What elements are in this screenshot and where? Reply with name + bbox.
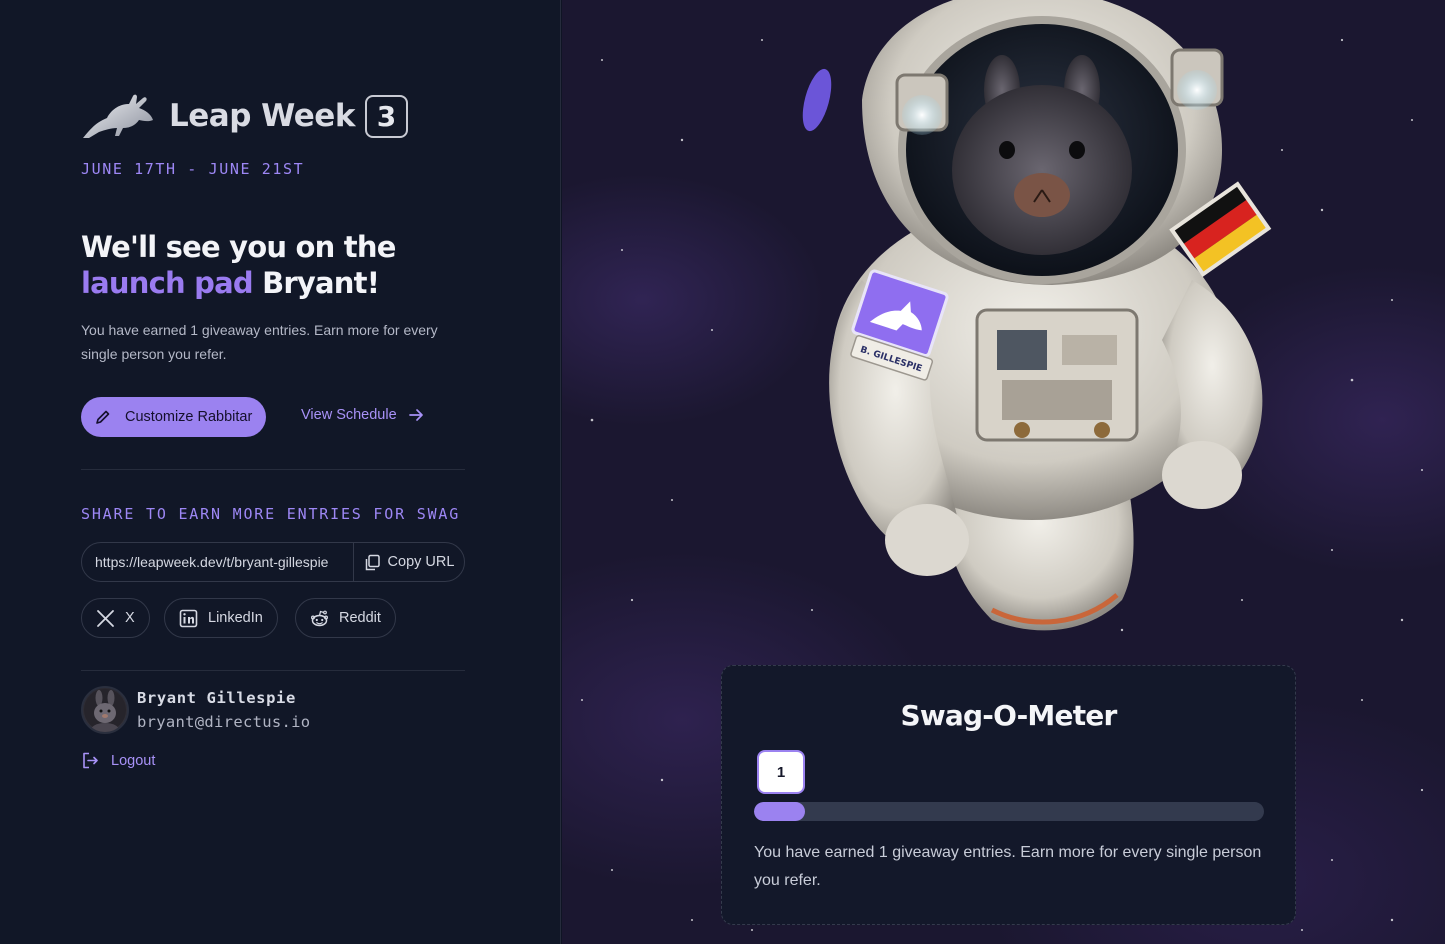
sidebar-panel: Leap Week 3 JUNE 17TH - JUNE 21ST We'll … (0, 0, 561, 944)
logout-label: Logout (111, 752, 156, 769)
arrow-right-icon (408, 409, 423, 421)
swag-o-meter-card: Swag-O-Meter 1 You have earned 1 giveawa… (721, 665, 1296, 925)
divider (81, 469, 465, 470)
edition-badge: 3 (364, 94, 408, 138)
headline-name: Bryant! (262, 266, 380, 300)
logout-link[interactable]: Logout (81, 751, 155, 770)
hero-art-panel: B. GILLESPIE Swag-O-Meter 1 You have ear… (562, 0, 1445, 944)
share-linkedin-button[interactable]: LinkedIn (164, 598, 278, 638)
x-label: X (125, 610, 135, 626)
user-name: Bryant Gillespie (137, 689, 296, 707)
brand-title: Leap Week (169, 98, 355, 134)
pencil-icon (96, 410, 110, 424)
share-section-title: SHARE TO EARN MORE ENTRIES FOR SWAG (81, 505, 461, 523)
entries-count-badge: 1 (757, 750, 805, 794)
logout-icon (83, 752, 98, 769)
share-reddit-button[interactable]: Reddit (295, 598, 396, 638)
view-schedule-link[interactable]: View Schedule (301, 406, 425, 424)
leap-week-logo: Leap Week 3 (81, 92, 408, 140)
x-icon (97, 609, 114, 627)
rabbit-logo-icon (83, 94, 153, 138)
copy-icon (365, 554, 380, 570)
linkedin-label: LinkedIn (208, 610, 263, 626)
headline-line1: We'll see you on the (81, 230, 396, 264)
rabbit-avatar-icon (84, 689, 126, 732)
swag-meter-title: Swag-O-Meter (900, 699, 1118, 732)
share-url-field[interactable]: https://leapweek.dev/t/bryant-gillespie (82, 543, 354, 581)
swag-meter-text: You have earned 1 giveaway entries. Earn… (754, 844, 1262, 889)
page-title: We'll see you on the launch pad Bryant! (81, 229, 501, 301)
schedule-label: View Schedule (301, 407, 397, 423)
reddit-icon (311, 610, 329, 626)
share-url-group: https://leapweek.dev/t/bryant-gillespie … (81, 542, 465, 582)
swag-progress-fill (754, 802, 805, 821)
copy-label: Copy URL (387, 554, 455, 570)
astronaut-rabbit-illustration: B. GILLESPIE (802, 0, 1272, 631)
entries-summary: You have earned 1 giveaway entries. Earn… (81, 322, 438, 362)
swag-progress-track (754, 802, 1264, 821)
reddit-label: Reddit (339, 610, 381, 626)
linkedin-icon (179, 609, 198, 627)
avatar (81, 686, 129, 734)
customize-rabbitar-button[interactable]: Customize Rabbitar (81, 397, 267, 437)
divider (81, 670, 465, 671)
share-x-button[interactable]: X (81, 598, 150, 638)
user-email: bryant@directus.io (137, 713, 311, 731)
copy-url-button[interactable]: Copy URL (354, 543, 464, 581)
headline-accent: launch pad (81, 266, 254, 300)
event-dates: JUNE 17TH - JUNE 21ST (81, 160, 305, 178)
customize-label: Customize Rabbitar (125, 409, 253, 425)
